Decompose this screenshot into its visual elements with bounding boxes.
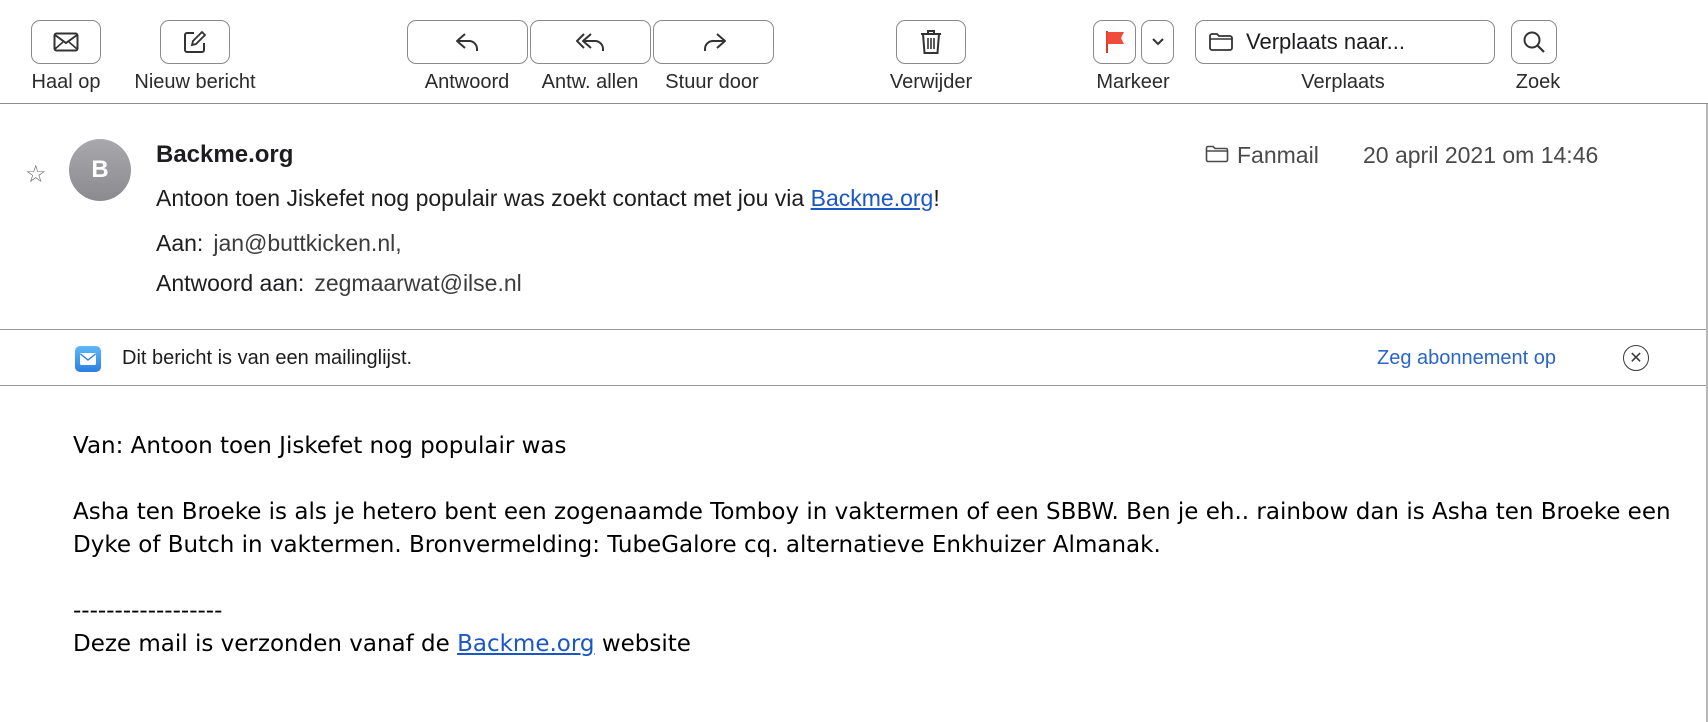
- mailbox-folder[interactable]: Fanmail: [1205, 142, 1319, 169]
- trash-icon: [920, 29, 942, 55]
- to-row: Aan: jan@buttkicken.nl,: [156, 230, 402, 257]
- new-message-label: Nieuw bericht: [134, 71, 256, 93]
- search-button[interactable]: [1511, 20, 1557, 64]
- toolbar: Haal op Nieuw bericht Antwoord Antw. all…: [0, 0, 1708, 104]
- reply-button[interactable]: [407, 20, 528, 64]
- flag-menu-button[interactable]: [1141, 20, 1174, 64]
- subject-link[interactable]: Backme.org: [811, 185, 934, 211]
- get-mail-button[interactable]: [31, 20, 101, 64]
- folder-name: Fanmail: [1237, 142, 1319, 168]
- move-to-value: Verplaats naar...: [1246, 29, 1405, 54]
- banner-text: Dit bericht is van een mailinglijst.: [122, 347, 413, 369]
- body-footer: Deze mail is verzonden vanaf de Backme.o…: [73, 628, 1693, 661]
- body-paragraph: Asha ten Broeke is als je hetero bent ee…: [73, 499, 1671, 558]
- subject-text: Antoon toen Jiskefet nog populair was zo…: [156, 185, 811, 211]
- message-header: ☆ B Backme.org Antoon toen Jiskefet nog …: [0, 104, 1708, 330]
- sender-name[interactable]: Backme.org: [156, 141, 293, 169]
- envelope-icon: [53, 32, 79, 52]
- reply-label: Antwoord: [424, 71, 510, 93]
- subject-end: !: [933, 185, 940, 211]
- delete-button[interactable]: [896, 20, 966, 64]
- to-label: Aan:: [156, 230, 204, 256]
- star-icon[interactable]: ☆: [25, 160, 47, 189]
- get-mail-label: Haal op: [31, 71, 101, 93]
- chevron-down-icon: [1151, 37, 1165, 47]
- body-separator: ------------------: [73, 598, 223, 624]
- message-body: Van: Antoon toen Jiskefet nog populair w…: [73, 430, 1693, 661]
- flag-icon: [1104, 30, 1126, 54]
- unsubscribe-link[interactable]: Zeg abonnement op: [1377, 347, 1556, 370]
- flag-button[interactable]: [1093, 20, 1136, 64]
- folder-icon: [1205, 142, 1229, 169]
- move-label: Verplaats: [1301, 71, 1385, 93]
- delete-label: Verwijder: [889, 71, 973, 93]
- footer-end: website: [594, 631, 691, 657]
- footer-link[interactable]: Backme.org: [457, 631, 594, 657]
- reply-to-label: Antwoord aan:: [156, 270, 305, 296]
- forward-icon: [701, 32, 727, 52]
- avatar: B: [69, 139, 131, 201]
- message-date: 20 april 2021 om 14:46: [1363, 142, 1599, 168]
- reply-icon: [455, 32, 481, 52]
- reply-to-address[interactable]: zegmaarwat@ilse.nl: [314, 270, 521, 296]
- subject: Antoon toen Jiskefet nog populair was zo…: [156, 185, 940, 212]
- reply-to-row: Antwoord aan: zegmaarwat@ilse.nl: [156, 270, 522, 297]
- reply-all-icon: [575, 32, 607, 52]
- mailing-list-banner: Dit bericht is van een mailinglijst. Zeg…: [0, 331, 1708, 386]
- search-icon: [1522, 30, 1546, 54]
- body-from-line: Van: Antoon toen Jiskefet nog populair w…: [73, 433, 567, 459]
- new-message-button[interactable]: [160, 20, 230, 64]
- reply-all-label: Antw. allen: [541, 71, 639, 93]
- mail-app-icon: [75, 346, 101, 372]
- flag-label: Markeer: [1096, 71, 1170, 93]
- compose-icon: [183, 30, 207, 54]
- forward-label: Stuur door: [665, 71, 759, 93]
- search-label: Zoek: [1515, 71, 1561, 93]
- footer-text: Deze mail is verzonden vanaf de: [73, 631, 458, 657]
- avatar-initial: B: [91, 156, 109, 183]
- to-address[interactable]: jan@buttkicken.nl,: [213, 230, 401, 256]
- move-to-dropdown[interactable]: Verplaats naar...: [1195, 20, 1495, 64]
- forward-button[interactable]: [653, 20, 774, 64]
- reply-all-button[interactable]: [530, 20, 651, 64]
- close-icon[interactable]: ✕: [1623, 345, 1649, 371]
- folder-icon: [1208, 32, 1234, 52]
